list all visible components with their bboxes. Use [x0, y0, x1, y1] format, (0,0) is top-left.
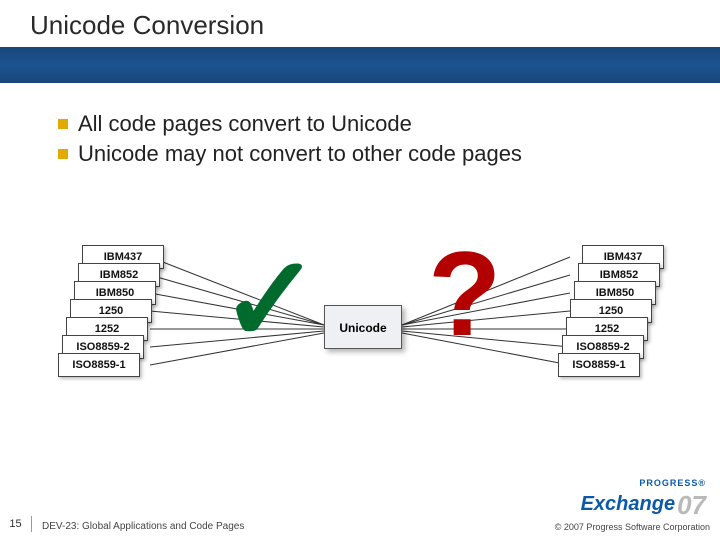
checkmark-icon: ✓ [220, 231, 321, 370]
bullet-icon [58, 149, 68, 159]
bullet-list: All code pages convert to Unicode Unicod… [58, 111, 680, 167]
unicode-box: Unicode [324, 305, 402, 349]
session-label: DEV-23: Global Applications and Code Pag… [42, 521, 555, 532]
brand-main: Exchange [581, 493, 675, 515]
bullet-icon [58, 119, 68, 129]
bullet-text: All code pages convert to Unicode [78, 111, 412, 137]
codepage-box: ISO8859-1 [558, 353, 640, 377]
list-item: All code pages convert to Unicode [58, 111, 680, 137]
list-item: Unicode may not convert to other code pa… [58, 141, 680, 167]
brand-top: PROGRESS® [581, 479, 706, 488]
conversion-diagram: ✓ ? IBM437IBM852IBM85012501252ISO8859-2I… [0, 245, 720, 425]
slide-number: 15 [0, 516, 32, 532]
brand-logo: PROGRESS® Exchange07 [581, 479, 706, 514]
question-icon: ? [428, 225, 501, 363]
slide-title: Unicode Conversion [30, 10, 720, 41]
codepage-box: ISO8859-1 [58, 353, 140, 377]
slide-footer: 15 DEV-23: Global Applications and Code … [0, 516, 720, 532]
copyright: © 2007 Progress Software Corporation [555, 522, 720, 532]
bullet-text: Unicode may not convert to other code pa… [78, 141, 522, 167]
header-bar [0, 47, 720, 83]
